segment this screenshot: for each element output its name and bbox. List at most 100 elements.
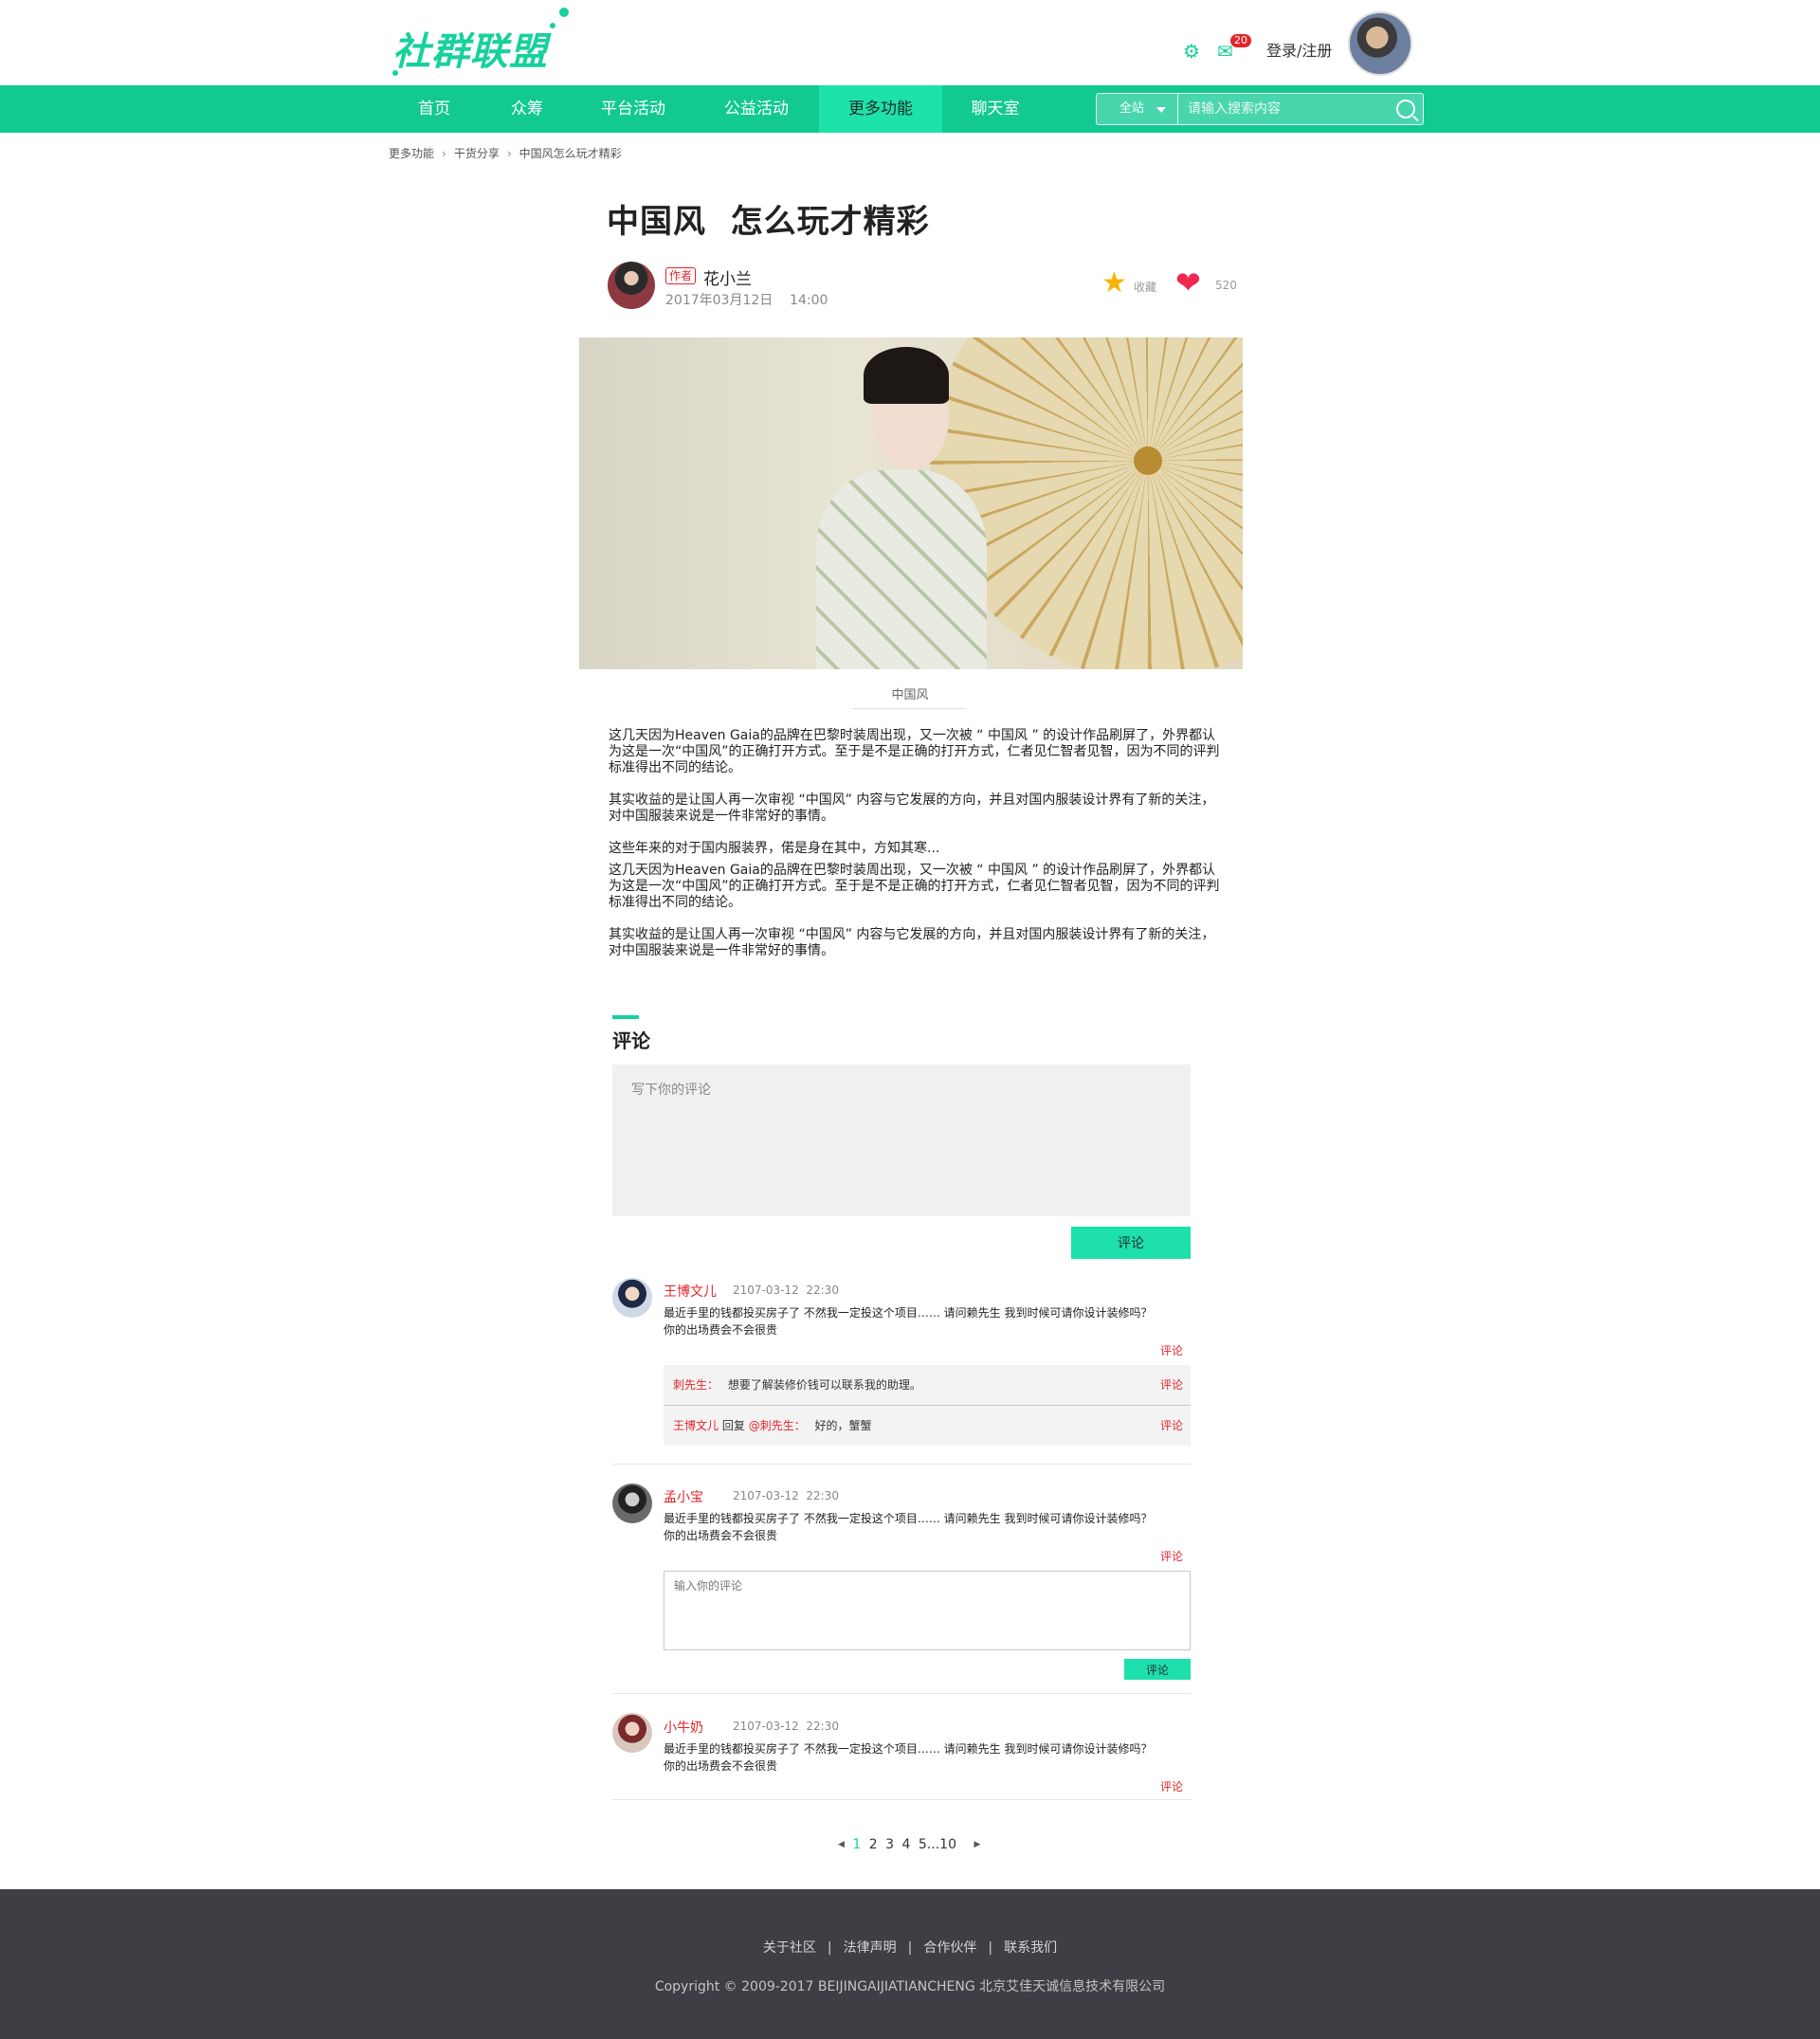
nav-item-home[interactable]: 首页 [396, 85, 472, 133]
breadcrumb-item[interactable]: 更多功能 [389, 147, 434, 160]
article-body: 这几天因为Heaven Gaia的品牌在巴黎时装周出现，又一次被 “ 中国风 ”… [609, 728, 1220, 975]
sub-reply-text: 好的，蟹蟹 [814, 1419, 872, 1432]
site-logo[interactable]: 社群联盟 [392, 21, 548, 76]
search-icon[interactable] [1396, 100, 1415, 118]
submit-reply-button[interactable]: 评论 [1124, 1659, 1191, 1680]
author-name[interactable]: 花小兰 [703, 265, 752, 289]
commenter-avatar[interactable] [612, 1484, 652, 1523]
comment-time: 2107-03-12 22:30 [733, 1489, 839, 1502]
post-time: 2017年03月12日 14:00 [665, 293, 828, 308]
footer-separator: | [827, 1940, 832, 1956]
footer-link-legal[interactable]: 法律声明 [844, 1940, 897, 1956]
search-scope-select[interactable]: 全站 [1097, 94, 1178, 124]
article-paragraph: 这几天因为Heaven Gaia的品牌在巴黎时装周出现，又一次被 “ 中国风 ”… [609, 863, 1220, 910]
article-paragraph: 其实收益的是让国人再一次审视 “中国风” 内容与它发展的方向，并且对国内服装设计… [609, 792, 1215, 824]
sub-reply-link[interactable]: 评论 [1160, 1365, 1183, 1405]
article-paragraph: 这些年来的对于国内服装界，偌是身在其中，方知其寒... [609, 841, 940, 856]
footer-links: 关于社区 | 法律声明 | 合作伙伴 | 联系我们 [0, 1938, 1820, 1957]
commenter-avatar[interactable] [612, 1278, 652, 1318]
pagination: ◀ 1 2 3 4 5...10 ▶ [838, 1837, 984, 1852]
commenter-name[interactable]: 王博文儿 [664, 1282, 717, 1301]
hair-shape [864, 347, 949, 404]
breadcrumb: 更多功能 › 干货分享 › 中国风怎么玩才精彩 [389, 145, 628, 161]
commenter-avatar[interactable] [612, 1713, 652, 1753]
site-footer: 关于社区 | 法律声明 | 合作伙伴 | 联系我们 Copyright © 2009-201… [0, 1889, 1820, 2039]
page-link[interactable]: 2 [869, 1837, 878, 1852]
footer-separator: | [988, 1940, 993, 1956]
next-page-icon[interactable]: ▶ [974, 1840, 980, 1849]
divider [612, 1464, 1191, 1465]
divider [612, 1693, 1191, 1694]
nav-item-chatroom[interactable]: 聊天室 [957, 85, 1033, 133]
site-header: 社群联盟 ⚙ ✉ 20 登录/注册 [0, 0, 1820, 85]
comment-text: 最近手里的钱都投买房子了 不然我一定投这个项目…… 请问赖先生 我到时候可请你设… [664, 1742, 1153, 1773]
page-link[interactable]: 3 [885, 1837, 894, 1852]
like-count: 520 [1215, 279, 1237, 292]
user-avatar[interactable] [1348, 11, 1412, 76]
comment-reply-link[interactable]: 评论 [1160, 1342, 1183, 1358]
login-register-link[interactable]: 登录/注册 [1266, 38, 1332, 61]
gear-icon[interactable]: ⚙ [1183, 40, 1200, 63]
umbrella-hub [1134, 446, 1162, 475]
logo-dot [392, 70, 398, 76]
chevron-right-icon: › [506, 147, 512, 160]
article-paragraph: 其实收益的是让国人再一次审视 “中国风” 内容与它发展的方向，并且对国内服装设计… [609, 927, 1215, 958]
search-input[interactable] [1188, 94, 1396, 124]
main-nav: 首页 众筹 平台活动 公益活动 更多功能 聊天室 全站 [0, 85, 1820, 133]
comment-reply-link[interactable]: 评论 [1160, 1778, 1183, 1794]
author-avatar[interactable] [608, 262, 655, 309]
nav-item-platform-events[interactable]: 平台活动 [586, 85, 681, 133]
page-ellipsis: ... [926, 1837, 940, 1852]
chevron-down-icon [1156, 107, 1166, 113]
page-link[interactable]: 4 [902, 1837, 911, 1852]
logo-dot [550, 23, 555, 28]
sub-reply: 王博文儿 回复 @刺先生： 好的，蟹蟹 评论 [664, 1406, 1191, 1446]
nav-item-more-features[interactable]: 更多功能 [819, 85, 942, 133]
comment-time: 2107-03-12 22:30 [733, 1720, 839, 1733]
favorite-label[interactable]: 收藏 [1134, 279, 1156, 295]
commenter-name[interactable]: 小牛奶 [664, 1718, 703, 1737]
sub-reply: 刺先生： 想要了解装修价钱可以联系我的助理。 评论 [664, 1365, 1191, 1405]
comments-title: 评论 [612, 1029, 650, 1052]
sub-reply-link[interactable]: 评论 [1160, 1406, 1183, 1446]
footer-link-about[interactable]: 关于社区 [763, 1940, 816, 1956]
page-link[interactable]: 1 [852, 1837, 861, 1852]
prev-page-icon[interactable]: ◀ [838, 1840, 845, 1849]
mail-count-badge: 20 [1230, 34, 1251, 47]
search-bar: 全站 [1096, 93, 1424, 125]
star-icon[interactable]: ★ [1101, 269, 1127, 298]
comment-text: 最近手里的钱都投买房子了 不然我一定投这个项目…… 请问赖先生 我到时候可请你设… [664, 1512, 1153, 1542]
comment-reply-link[interactable]: 评论 [1160, 1548, 1183, 1564]
sub-reply-author[interactable]: 王博文儿 [673, 1419, 719, 1432]
page-link[interactable]: 10 [939, 1837, 956, 1852]
breadcrumb-item[interactable]: 干货分享 [454, 147, 500, 160]
nav-item-crowdfunding[interactable]: 众筹 [489, 85, 565, 133]
comment-text: 最近手里的钱都投买房子了 不然我一定投这个项目…… 请问赖先生 我到时候可请你设… [664, 1306, 1153, 1337]
breadcrumb-item-current: 中国风怎么玩才精彩 [519, 147, 622, 160]
section-accent-bar [612, 1015, 639, 1019]
sub-reply-verb: 回复 [721, 1419, 745, 1432]
chevron-right-icon: › [442, 147, 446, 160]
page-link[interactable]: 5 [919, 1837, 927, 1852]
heart-icon[interactable]: ❤ [1175, 267, 1201, 298]
divider [612, 1799, 1191, 1800]
footer-link-partners[interactable]: 合作伙伴 [923, 1940, 976, 1956]
comment-input[interactable] [612, 1065, 1191, 1216]
sub-reply-text: 想要了解装修价钱可以联系我的助理。 [727, 1378, 921, 1392]
copyright: Copyright © 2009-2017 BEIJINGAIJIATIANCH… [654, 1979, 1166, 1994]
search-scope-label: 全站 [1119, 101, 1145, 116]
image-caption: 中国风 [853, 684, 967, 709]
footer-link-contact[interactable]: 联系我们 [1004, 1940, 1057, 1956]
footer-separator: | [907, 1940, 913, 1956]
nav-item-charity-events[interactable]: 公益活动 [709, 85, 804, 133]
commenter-name[interactable]: 孟小宝 [664, 1487, 703, 1506]
sub-reply-target[interactable]: @刺先生： [749, 1419, 806, 1432]
article-title: 中国风 怎么玩才精彩 [607, 203, 930, 241]
dress-shape [816, 470, 987, 669]
article-hero-image [579, 337, 1243, 669]
submit-comment-button[interactable]: 评论 [1071, 1227, 1191, 1259]
article-paragraph: 这几天因为Heaven Gaia的品牌在巴黎时装周出现，又一次被 “ 中国风 ”… [609, 728, 1220, 775]
reply-input[interactable] [664, 1571, 1191, 1650]
logo-dot [559, 8, 569, 17]
sub-reply-author[interactable]: 刺先生： [673, 1378, 719, 1392]
